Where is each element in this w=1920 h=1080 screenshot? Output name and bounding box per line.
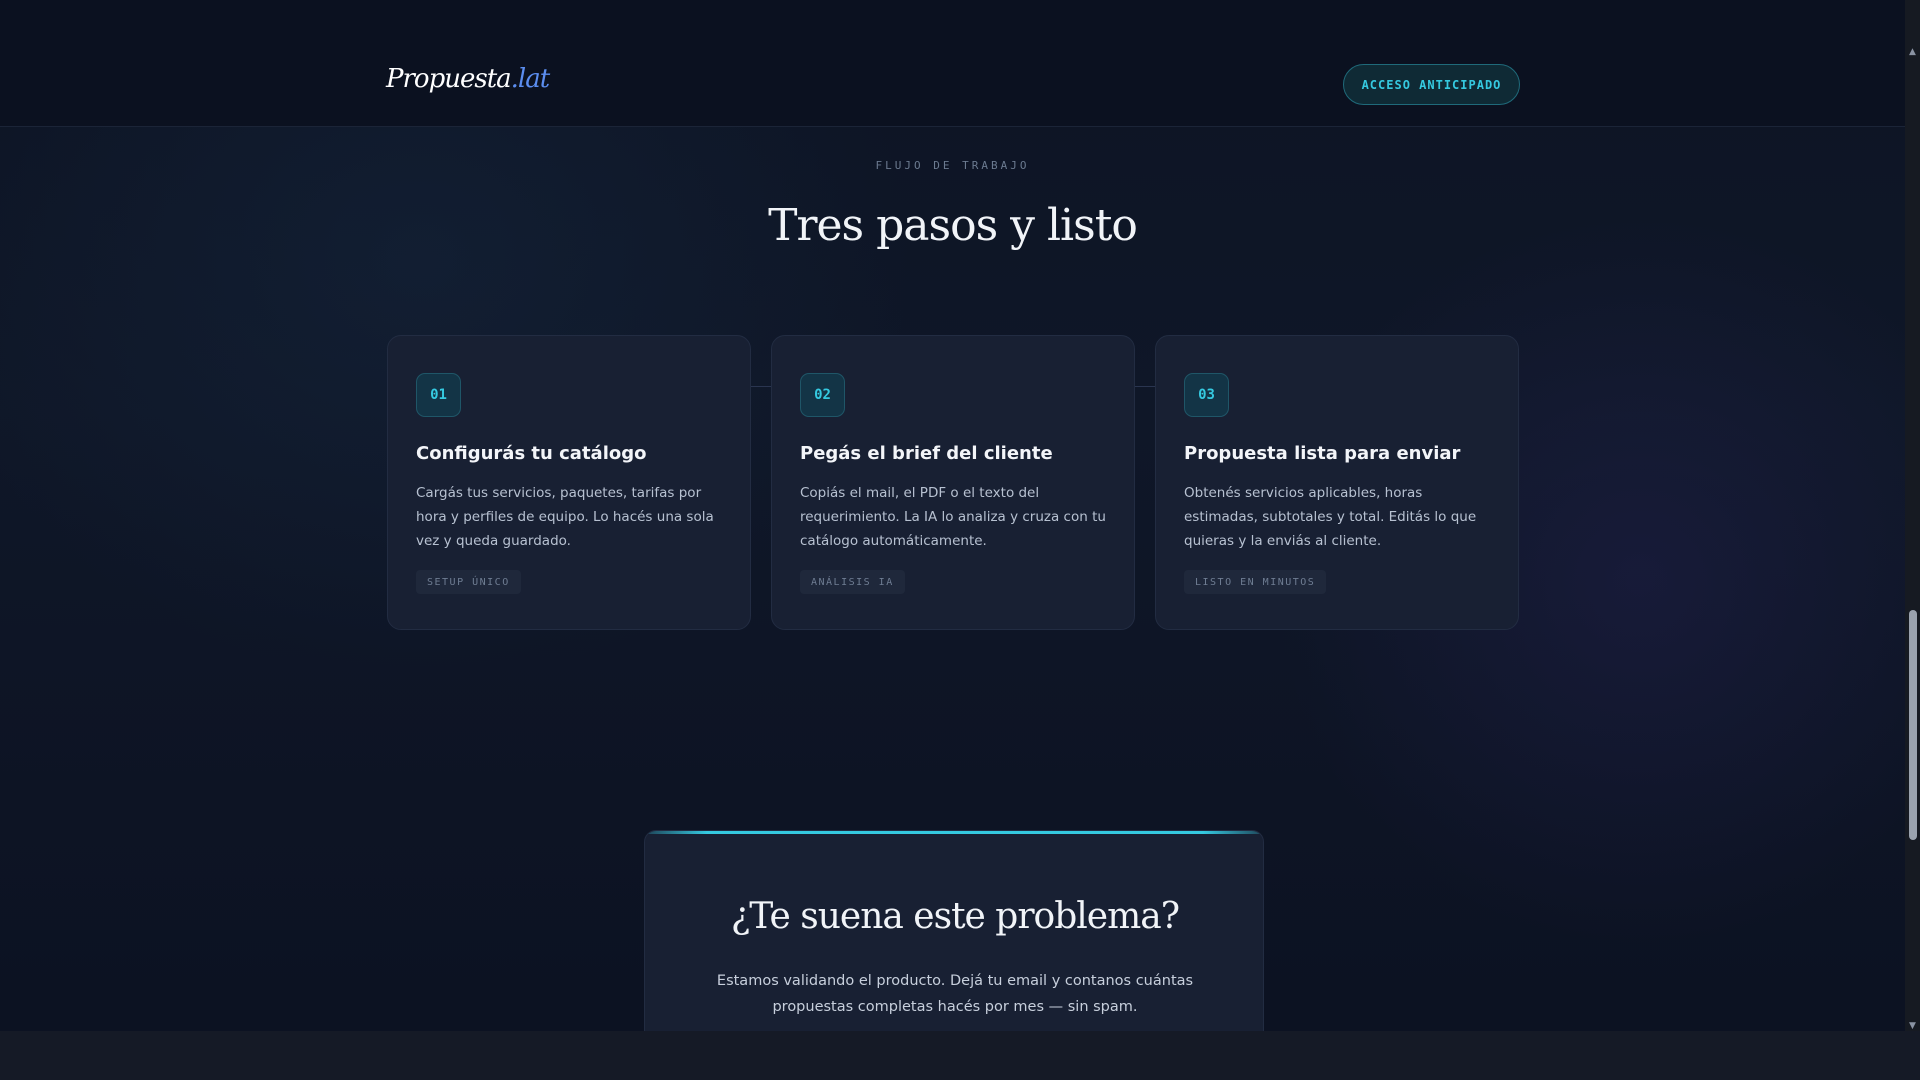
step-description: Obtenés servicios aplicables, horas esti… — [1184, 485, 1477, 549]
problem-title: ¿Te suena este problema? — [730, 896, 1180, 937]
step-description: Copiás el mail, el PDF o el texto del re… — [800, 485, 1106, 549]
page-viewport: Propuesta.lat ACCESO ANTICIPADO FLUJO DE… — [0, 0, 1905, 1031]
early-access-button[interactable]: ACCESO ANTICIPADO — [1343, 64, 1520, 105]
step-card-1: 01 Configurás tu catálogo Cargás tus ser… — [387, 335, 751, 630]
step-connector — [751, 386, 773, 387]
step-tag: SETUP ÚNICO — [416, 570, 521, 594]
step-number-badge: 01 — [416, 373, 461, 417]
step-number-badge: 03 — [1184, 373, 1229, 417]
step-tag: ANÁLISIS IA — [800, 570, 905, 594]
section-eyebrow: FLUJO DE TRABAJO — [875, 159, 1030, 172]
step-title: Configurás tu catálogo — [416, 443, 647, 464]
scroll-up-icon[interactable]: ▲ — [1905, 44, 1920, 59]
logo-tld: .lat — [510, 64, 551, 94]
step-title: Pegás el brief del cliente — [800, 443, 1053, 464]
panel-accent-line — [645, 831, 1263, 834]
section-title: Tres pasos y listo — [768, 200, 1138, 251]
site-header: Propuesta.lat ACCESO ANTICIPADO — [0, 0, 1905, 127]
scrollbar-thumb[interactable] — [1909, 610, 1917, 840]
logo[interactable]: Propuesta.lat — [386, 64, 551, 94]
vertical-scrollbar[interactable]: ▲ ▼ — [1905, 0, 1920, 1031]
window-bottom-strip — [0, 1031, 1920, 1080]
problem-panel: ¿Te suena este problema? Estamos validan… — [644, 830, 1264, 1031]
step-tag: LISTO EN MINUTOS — [1184, 570, 1327, 594]
problem-description: Estamos validando el producto. Dejá tu e… — [716, 973, 1194, 1015]
scroll-down-icon[interactable]: ▼ — [1905, 1018, 1920, 1033]
step-card-3: 03 Propuesta lista para enviar Obtenés s… — [1155, 335, 1519, 630]
step-title: Propuesta lista para enviar — [1184, 443, 1461, 464]
step-number-badge: 02 — [800, 373, 845, 417]
step-description: Cargás tus servicios, paquetes, tarifas … — [416, 485, 714, 549]
step-connector — [1135, 386, 1157, 387]
logo-main: Propuesta — [386, 64, 512, 94]
step-card-2: 02 Pegás el brief del cliente Copiás el … — [771, 335, 1135, 630]
